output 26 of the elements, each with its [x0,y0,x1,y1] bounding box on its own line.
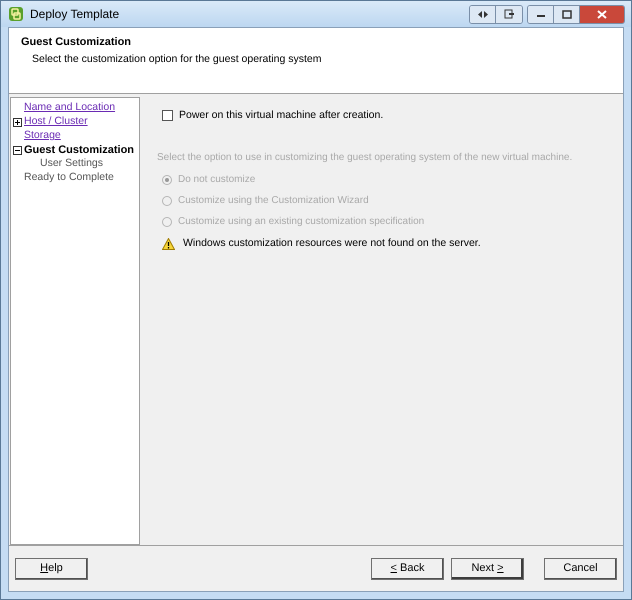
export-icon[interactable] [496,6,522,22]
swap-icon[interactable] [470,6,496,22]
page-title: Guest Customization [21,35,132,50]
expand-icon[interactable] [13,118,22,126]
close-icon[interactable] [580,6,624,22]
checkbox[interactable] [162,110,173,122]
dialog-button[interactable]: Help [15,558,88,580]
sidebar-item[interactable]: Host / Cluster [24,114,88,130]
minimize-icon[interactable] [528,6,554,22]
dialog-button[interactable]: < Back [371,558,444,580]
collapse-icon[interactable] [13,146,22,154]
sidebar-item[interactable]: Storage [24,128,61,144]
maximize-icon[interactable] [554,6,580,22]
dialog-button[interactable]: Cancel [544,558,617,580]
sidebar-item[interactable]: Guest Customization [24,142,134,158]
instruction-text: Select the option to use in customizing the guest operating system of the new virtual machine. [157,150,574,165]
sidebar-item[interactable]: Ready to Complete [24,170,114,186]
dialog-button[interactable]: Next > [451,558,524,580]
sidebar-item[interactable]: User Settings [40,156,104,172]
warning-text: Windows customization resources were not found on the server. [183,236,481,251]
window-title: Deploy Template [30,6,120,23]
page-subtitle: Select the customization option for the guest operating system [31,52,322,66]
checkbox-label[interactable]: Power on this virtual machine after creation. [179,108,384,124]
sidebar-item[interactable]: Name and Location [24,100,116,116]
app-logo-icon [8,6,24,22]
warning-icon [162,238,175,250]
